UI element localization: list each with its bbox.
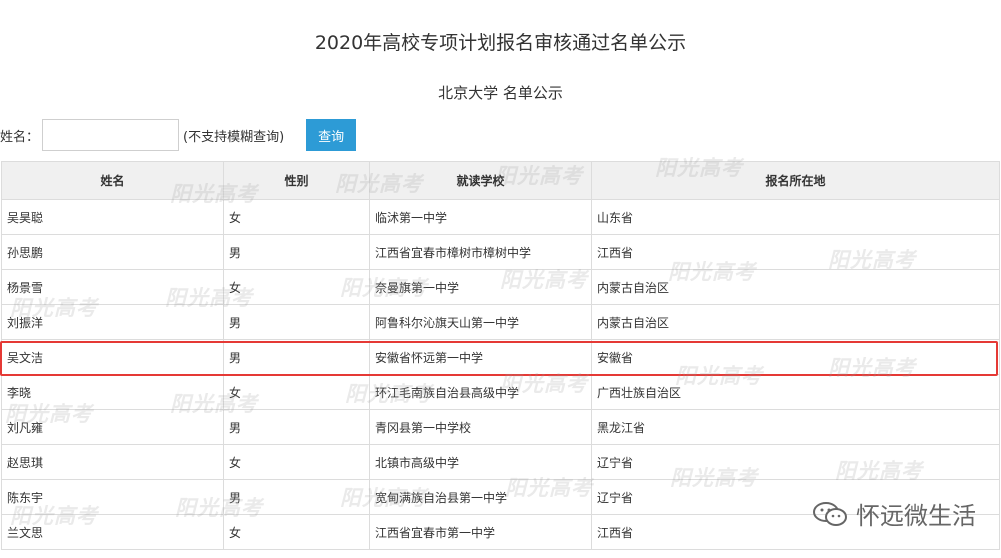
cell-name: 孙思鹏	[1, 234, 224, 270]
table-row: 杨景雪 女 奈曼旗第一中学 内蒙古自治区	[1, 269, 1000, 305]
search-label: 姓名：	[0, 129, 40, 145]
cell-name: 杨景雪	[1, 269, 224, 305]
table-row: 赵思琪 女 北镇市高级中学 辽宁省	[1, 444, 1000, 480]
cell-school: 安徽省怀远第一中学	[369, 339, 592, 375]
cell-gender: 男	[223, 339, 370, 375]
cell-school: 奈曼旗第一中学	[369, 269, 592, 305]
cell-name: 赵思琪	[1, 444, 224, 480]
cell-school: 环江毛南族自治县高级中学	[369, 374, 592, 410]
cell-gender: 男	[223, 479, 370, 515]
cell-region: 安徽省	[591, 339, 1000, 375]
cell-region: 广西壮族自治区	[591, 374, 1000, 410]
cell-school: 江西省宜春市第一中学	[369, 514, 592, 550]
results-table: 姓名 性别 就读学校 报名所在地 吴昊聪 女 临沭第一中学 山东省 孙思鹏 男 …	[1, 161, 1000, 550]
search-hint: (不支持模糊查询)	[183, 129, 285, 145]
table-row: 刘振洋 男 阿鲁科尔沁旗天山第一中学 内蒙古自治区	[1, 304, 1000, 340]
brand-label: 怀远微生活	[856, 502, 976, 530]
cell-school: 阿鲁科尔沁旗天山第一中学	[369, 304, 592, 340]
cell-region: 辽宁省	[591, 444, 1000, 480]
cell-region: 内蒙古自治区	[591, 304, 1000, 340]
column-header-school: 就读学校	[369, 161, 592, 200]
cell-gender: 男	[223, 409, 370, 445]
cell-name: 刘振洋	[1, 304, 224, 340]
cell-school: 北镇市高级中学	[369, 444, 592, 480]
search-bar: 姓名： (不支持模糊查询) 查询	[0, 118, 357, 152]
table-row: 吴昊聪 女 临沭第一中学 山东省	[1, 199, 1000, 235]
cell-school: 青冈县第一中学校	[369, 409, 592, 445]
column-header-region: 报名所在地	[591, 161, 1000, 200]
page-subtitle: 北京大学 名单公示	[438, 84, 563, 102]
cell-gender: 男	[223, 234, 370, 270]
cell-gender: 女	[223, 269, 370, 305]
cell-region: 江西省	[591, 234, 1000, 270]
column-header-gender: 性别	[223, 161, 370, 200]
cell-gender: 女	[223, 514, 370, 550]
cell-name: 李晓	[1, 374, 224, 410]
cell-name: 吴昊聪	[1, 199, 224, 235]
cell-region: 黑龙江省	[591, 409, 1000, 445]
cell-gender: 女	[223, 199, 370, 235]
table-row: 李晓 女 环江毛南族自治县高级中学 广西壮族自治区	[1, 374, 1000, 410]
cell-gender: 女	[223, 374, 370, 410]
table-row-highlighted: 吴文洁 男 安徽省怀远第一中学 安徽省	[1, 339, 1000, 375]
column-header-name: 姓名	[1, 161, 224, 200]
cell-school: 临沭第一中学	[369, 199, 592, 235]
cell-name: 陈东宇	[1, 479, 224, 515]
wechat-icon	[813, 501, 847, 526]
cell-school: 宽甸满族自治县第一中学	[369, 479, 592, 515]
cell-name: 吴文洁	[1, 339, 224, 375]
brand-badge: 怀远微生活	[812, 496, 976, 531]
page-title: 2020年高校专项计划报名审核通过名单公示	[314, 32, 687, 54]
table-row: 孙思鹏 男 江西省宜春市樟树市樟树中学 江西省	[1, 234, 1000, 270]
cell-name: 刘凡雍	[1, 409, 224, 445]
table-header-row: 姓名 性别 就读学校 报名所在地	[1, 161, 1000, 200]
cell-gender: 女	[223, 444, 370, 480]
name-search-input[interactable]	[42, 119, 180, 151]
cell-gender: 男	[223, 304, 370, 340]
cell-name: 兰文思	[1, 514, 224, 550]
cell-school: 江西省宜春市樟树市樟树中学	[369, 234, 592, 270]
cell-region: 山东省	[591, 199, 1000, 235]
search-button[interactable]: 查询	[306, 119, 357, 151]
cell-region: 内蒙古自治区	[591, 269, 1000, 305]
table-row: 刘凡雍 男 青冈县第一中学校 黑龙江省	[1, 409, 1000, 445]
